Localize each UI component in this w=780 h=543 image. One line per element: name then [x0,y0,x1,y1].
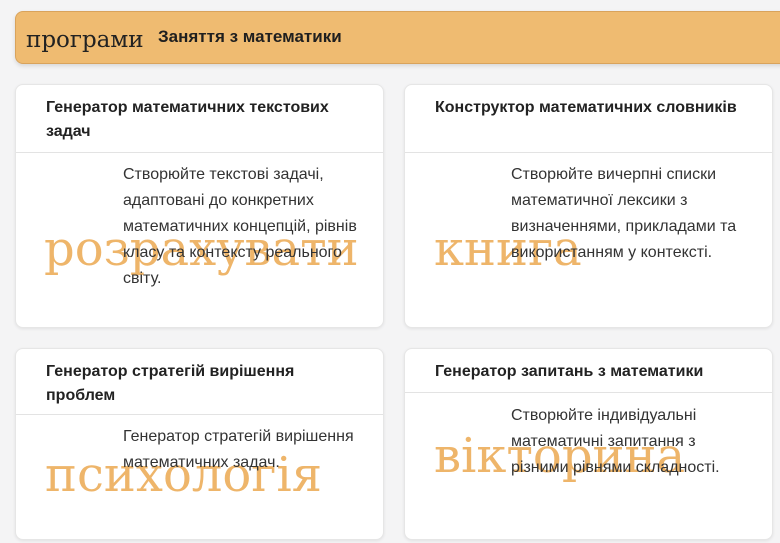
card-body: вікторина Створюйте індивідуальні матема… [405,393,772,515]
card-description: Створюйте індивідуальні математичні запи… [511,407,720,476]
card-description: Створюйте вичерпні списки математичної л… [511,166,737,261]
tool-card-math-questions-generator[interactable]: Генератор запитань з математики вікторин… [404,348,773,540]
card-description: Створюйте текстові задачі, адаптовані до… [123,166,357,287]
page-title: Заняття з математики [158,27,342,46]
tool-card-problem-solving-strategies[interactable]: Генератор стратегій вирішення проблем пс… [15,348,384,540]
apps-icon: програми [26,27,144,53]
card-body: книга Створюйте вичерпні списки математи… [405,153,772,327]
tool-card-word-problem-generator[interactable]: Генератор математичних текстових задач р… [15,84,384,328]
card-title: Генератор математичних текстових задач [16,85,383,153]
tool-card-vocabulary-builder[interactable]: Конструктор математичних словників книга… [404,84,773,328]
card-title: Генератор запитань з математики [405,349,772,393]
card-title: Конструктор математичних словників [405,85,772,153]
card-description: Генератор стратегій вирішення математичн… [123,428,354,471]
card-body: розрахувати Створюйте текстові задачі, а… [16,153,383,327]
page-header: програми Заняття з математики [15,11,780,64]
card-body: психологія Генератор стратегій вирішення… [16,415,383,537]
card-title: Генератор стратегій вирішення проблем [16,349,383,415]
